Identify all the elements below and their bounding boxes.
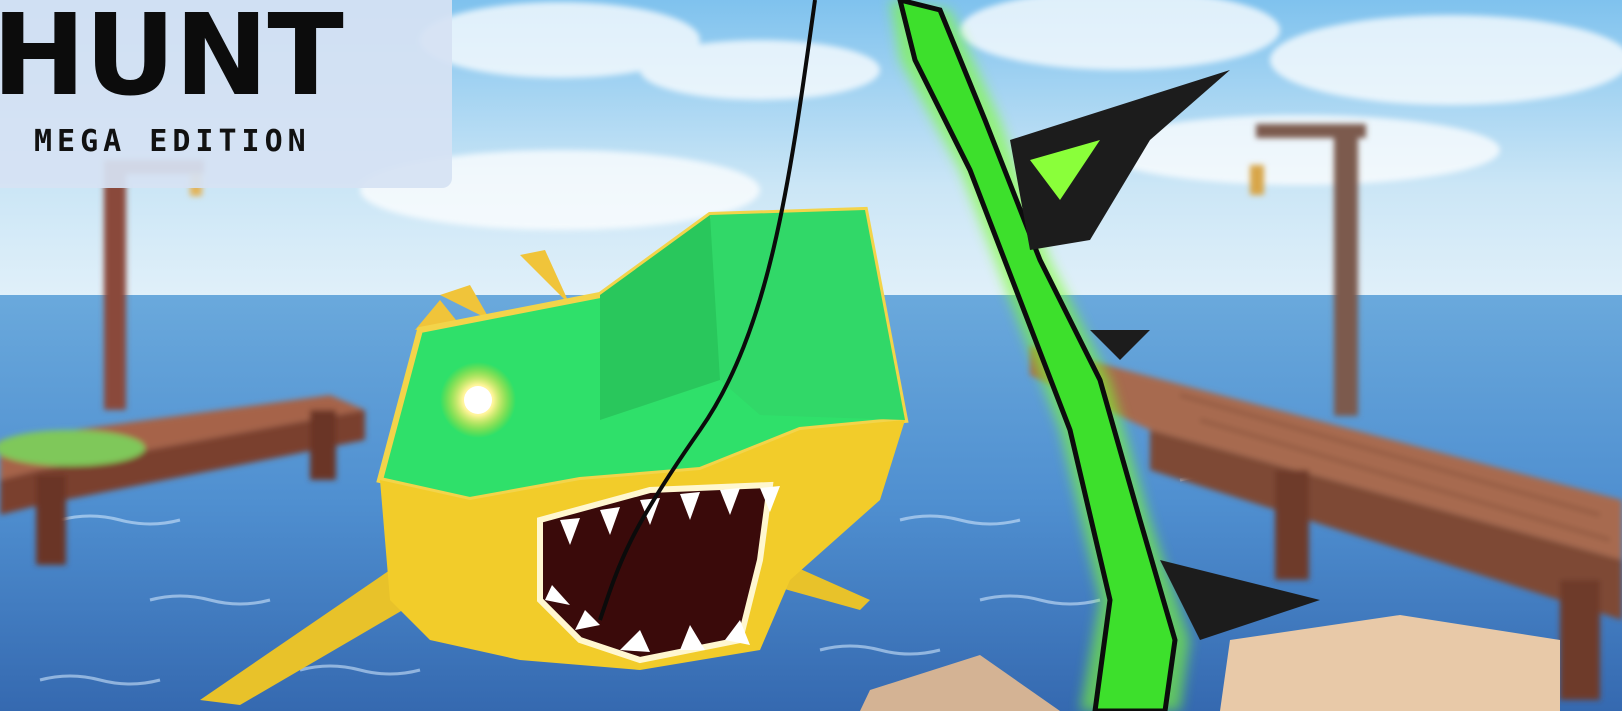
game-subtitle: MEGA EDITION — [34, 124, 311, 159]
title-card: HUNT MEGA EDITION — [0, 0, 452, 188]
game-title: HUNT — [0, 0, 344, 121]
